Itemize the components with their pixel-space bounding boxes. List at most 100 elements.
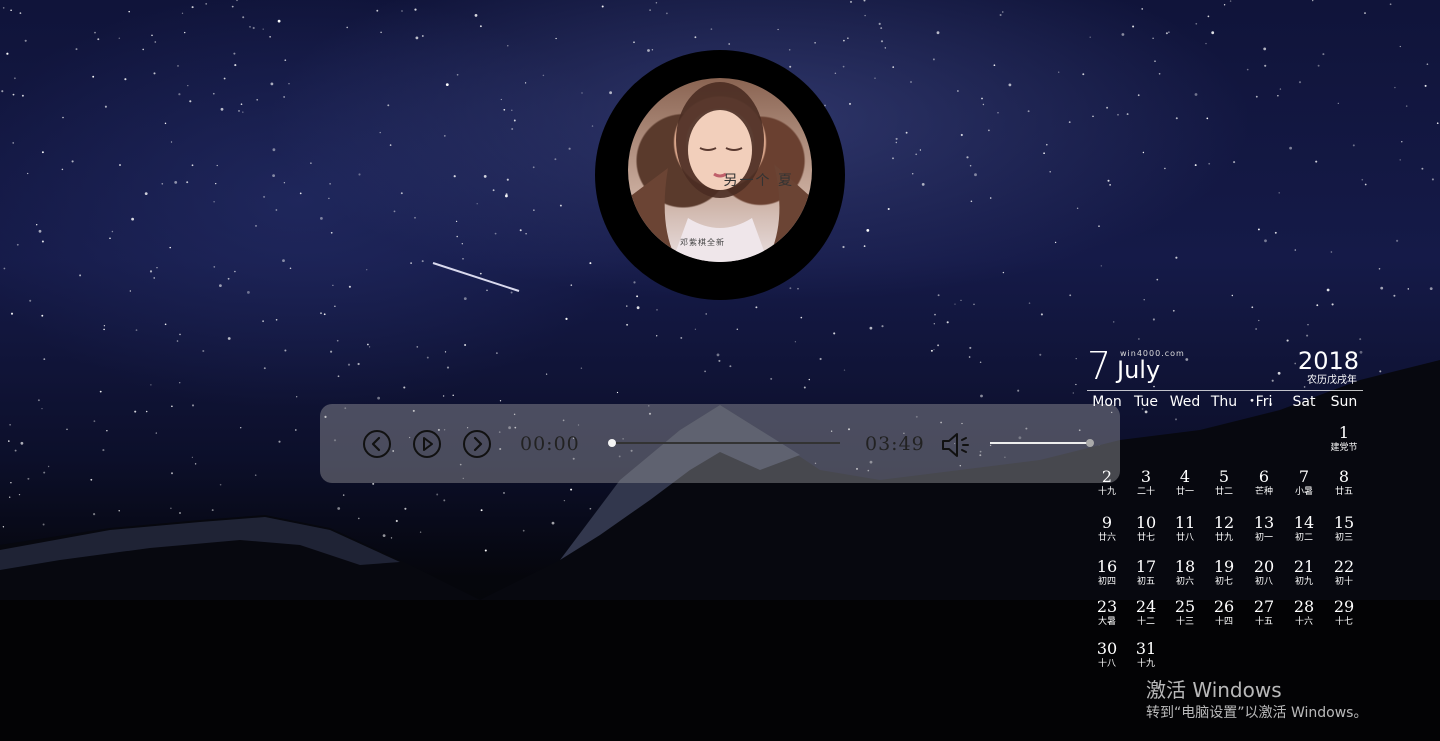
progress-slider[interactable] <box>608 439 840 447</box>
star <box>169 246 171 249</box>
star <box>254 474 257 476</box>
calendar-day-cell: 8 廿五 <box>1324 468 1364 498</box>
calendar-lunar-date: 初六 <box>1175 577 1194 587</box>
star <box>233 52 236 55</box>
star <box>755 306 758 309</box>
progress-handle[interactable] <box>608 439 616 447</box>
star <box>997 112 999 114</box>
star <box>1205 42 1207 45</box>
calendar-lunar-date: 廿七 <box>1136 533 1155 543</box>
star <box>227 277 230 280</box>
star <box>568 147 571 150</box>
star <box>348 285 351 288</box>
star <box>249 26 251 28</box>
star <box>294 429 297 431</box>
star <box>1121 33 1125 36</box>
star <box>869 326 873 330</box>
star <box>1106 106 1109 109</box>
star <box>1317 64 1320 67</box>
star <box>272 174 275 178</box>
star <box>387 104 390 107</box>
star <box>863 245 866 247</box>
activation-subtitle: 转到“电脑设置”以激活 Windows。 <box>1146 705 1368 721</box>
star <box>1049 171 1051 173</box>
calendar-day-cell: 24 十二 <box>1126 598 1166 628</box>
star <box>334 305 336 307</box>
star <box>368 346 371 348</box>
star <box>10 9 12 11</box>
star <box>770 377 773 380</box>
star <box>511 109 513 112</box>
star <box>10 481 12 484</box>
star <box>1277 95 1279 97</box>
weekday-label: Thu <box>1210 394 1238 410</box>
calendar-day-cell: 12 廿九 <box>1204 514 1244 544</box>
calendar-day-number-cell: 21 <box>1293 557 1315 576</box>
calendar-lunar-date: 十六 <box>1294 617 1313 627</box>
star <box>970 200 973 203</box>
album-art-title: 另一个 夏 <box>723 173 794 189</box>
star <box>284 59 287 62</box>
calendar-day-number-cell: 12 <box>1213 513 1235 532</box>
star <box>503 492 505 494</box>
star <box>320 217 323 220</box>
next-track-button[interactable] <box>463 430 491 458</box>
star <box>842 245 845 249</box>
volume-slider[interactable] <box>990 439 1094 447</box>
star <box>181 12 184 14</box>
star <box>446 366 450 369</box>
album-disc[interactable]: 另一个 夏 邓紫棋全新 <box>595 50 845 300</box>
star <box>263 195 266 198</box>
star <box>176 340 179 342</box>
star <box>905 131 908 134</box>
speaker-icon[interactable] <box>940 430 974 460</box>
star <box>1426 63 1429 66</box>
star <box>93 420 96 423</box>
star <box>777 28 779 31</box>
star <box>445 83 449 86</box>
star <box>389 144 392 146</box>
star <box>62 116 64 119</box>
star <box>1168 31 1170 33</box>
star <box>934 313 936 316</box>
star <box>124 78 127 81</box>
star <box>275 318 278 321</box>
calendar-lunar-date: 二十 <box>1136 487 1155 497</box>
star <box>476 203 478 205</box>
star <box>118 510 120 512</box>
star <box>808 378 810 381</box>
previous-track-button[interactable] <box>363 430 391 458</box>
star <box>464 343 467 347</box>
star <box>1164 167 1166 170</box>
star <box>1380 286 1384 290</box>
calendar-lunar-date: 廿九 <box>1214 533 1233 543</box>
star <box>103 328 105 331</box>
star <box>289 267 292 270</box>
star <box>499 400 502 402</box>
star <box>1043 152 1045 155</box>
star <box>718 359 721 362</box>
calendar-day-cell: 16 初四 <box>1087 558 1127 588</box>
volume-handle[interactable] <box>1086 439 1094 447</box>
calendar-month: July <box>1117 356 1161 384</box>
star <box>1424 84 1427 87</box>
calendar-lunar-date: 初一 <box>1254 533 1273 543</box>
star <box>247 291 250 294</box>
star <box>834 72 837 75</box>
calendar-day-cell: 6 芒种 <box>1244 468 1284 498</box>
weekday-label: Tue <box>1134 394 1158 410</box>
calendar-day-number-cell: 16 <box>1096 557 1118 576</box>
calendar-lunar-date: 初二 <box>1294 533 1313 543</box>
calendar-lunar-date: 小暑 <box>1294 487 1313 497</box>
star <box>716 353 720 357</box>
star <box>1194 93 1198 96</box>
calendar-day-cell: 23 大暑 <box>1087 598 1127 628</box>
star <box>505 193 508 196</box>
play-button[interactable] <box>413 430 441 458</box>
star <box>511 128 514 130</box>
star <box>988 129 990 132</box>
star <box>591 125 594 127</box>
calendar-lunar-date: 廿六 <box>1097 533 1116 543</box>
calendar-day-cell: 26 十四 <box>1204 598 1244 628</box>
current-time: 00:00 <box>520 433 580 455</box>
